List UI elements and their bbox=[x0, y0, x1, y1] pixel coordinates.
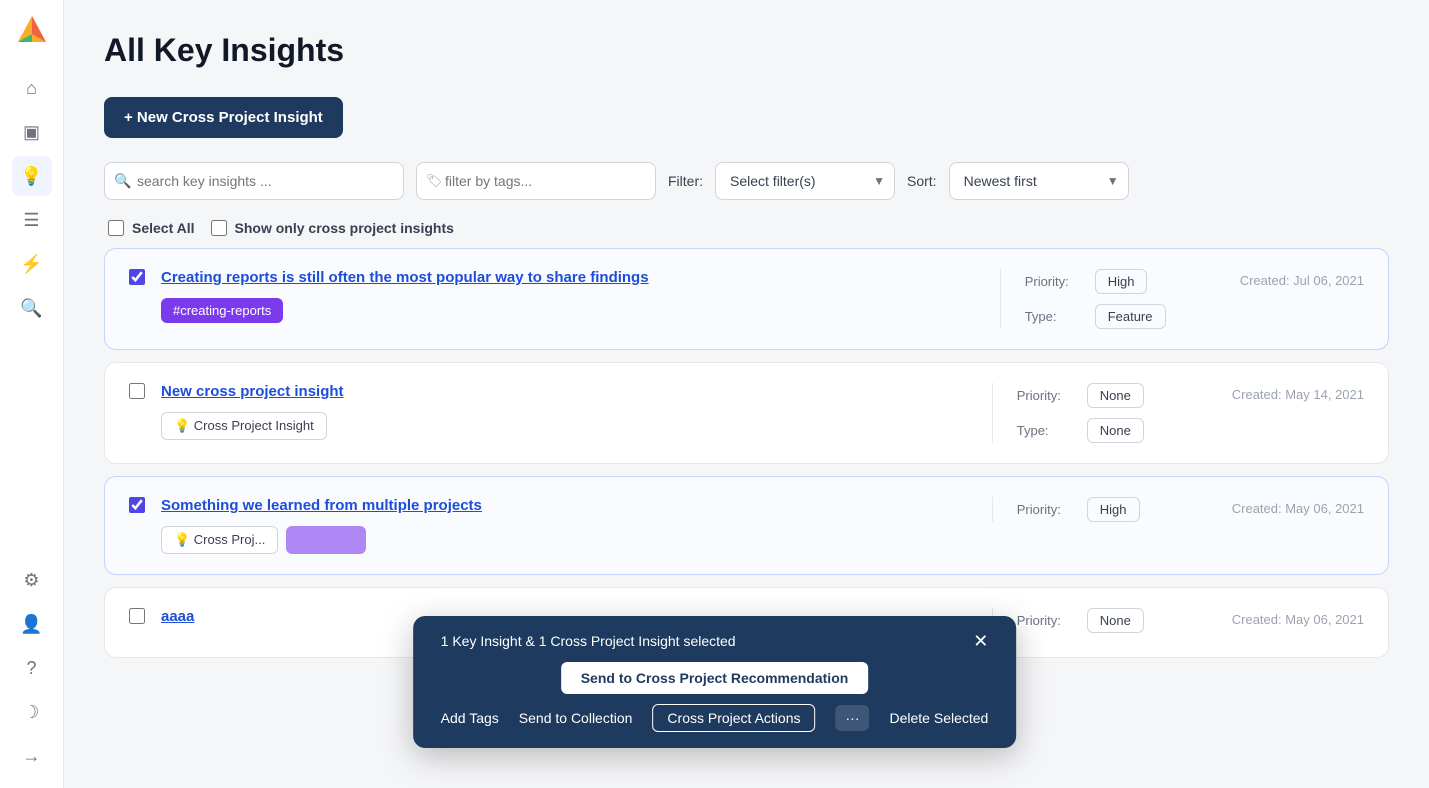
select-all-row: Select All Show only cross project insig… bbox=[104, 220, 1389, 236]
sort-select-wrap: Newest first ▼ bbox=[949, 162, 1129, 200]
insight-card: Something we learned from multiple proje… bbox=[104, 476, 1389, 575]
tag-badge: 💡 Cross Proj... bbox=[161, 526, 278, 554]
cross-project-filter-checkbox[interactable] bbox=[211, 220, 227, 236]
card-tags: #creating-reports bbox=[161, 298, 984, 323]
created-date: Created: May 14, 2021 bbox=[1232, 383, 1364, 402]
sidebar-item-search[interactable]: 🔍 bbox=[12, 288, 52, 328]
card-content: Something we learned from multiple proje… bbox=[161, 497, 976, 554]
insight-list: Creating reports is still often the most… bbox=[104, 248, 1389, 658]
type-badge: None bbox=[1087, 418, 1144, 443]
sidebar-item-layout[interactable]: ▣ bbox=[12, 112, 52, 152]
priority-meta: Priority: None bbox=[1017, 608, 1192, 633]
insight-card: New cross project insight 💡 Cross Projec… bbox=[104, 362, 1389, 464]
priority-badge: High bbox=[1095, 269, 1148, 294]
sidebar-item-home[interactable]: ⌂ bbox=[12, 68, 52, 108]
priority-label: Priority: bbox=[1025, 274, 1085, 289]
app-logo bbox=[14, 12, 50, 48]
more-actions-button[interactable]: ··· bbox=[835, 705, 869, 731]
sidebar-item-help[interactable]: ? bbox=[12, 648, 52, 688]
card-meta-right: Priority: None bbox=[992, 608, 1192, 633]
insight-checkbox[interactable] bbox=[129, 383, 145, 399]
priority-meta: Priority: High bbox=[1017, 497, 1192, 522]
created-date: Created: May 06, 2021 bbox=[1232, 497, 1364, 516]
tag-badge bbox=[286, 526, 366, 554]
search-icon: 🔍 bbox=[114, 173, 131, 190]
page-title: All Key Insights bbox=[104, 32, 1389, 69]
tag-icon: 🏷 bbox=[426, 173, 443, 189]
card-meta-right: Priority: High Type: Feature bbox=[1000, 269, 1200, 329]
insight-checkbox[interactable] bbox=[129, 269, 145, 285]
card-meta-right: Priority: None Type: None bbox=[992, 383, 1192, 443]
search-wrap: 🔍 bbox=[104, 162, 404, 200]
sort-label: Sort: bbox=[907, 173, 937, 189]
insight-checkbox[interactable] bbox=[129, 497, 145, 513]
priority-meta: Priority: High bbox=[1025, 269, 1200, 294]
sidebar: ⌂ ▣ 💡 ☰ ⚡ 🔍 ⚙ 👤 ? ☽ → bbox=[0, 0, 64, 788]
priority-badge: None bbox=[1087, 608, 1144, 633]
select-all-checkbox[interactable] bbox=[108, 220, 124, 236]
sidebar-item-settings[interactable]: ⚙ bbox=[12, 560, 52, 600]
sidebar-item-person[interactable]: 👤 bbox=[12, 604, 52, 644]
sidebar-item-moon[interactable]: ☽ bbox=[12, 692, 52, 732]
filter-label: Filter: bbox=[668, 173, 703, 189]
new-insight-button[interactable]: + New Cross Project Insight bbox=[104, 97, 343, 138]
tag-filter-input[interactable] bbox=[416, 162, 656, 200]
type-meta: Type: Feature bbox=[1025, 304, 1200, 329]
sidebar-item-lightning[interactable]: ⚡ bbox=[12, 244, 52, 284]
cross-project-actions-button[interactable]: Cross Project Actions bbox=[652, 704, 815, 732]
insight-title[interactable]: Something we learned from multiple proje… bbox=[161, 497, 976, 514]
card-meta-right: Priority: High bbox=[992, 497, 1192, 522]
card-tags: 💡 Cross Proj... bbox=[161, 526, 976, 554]
tag-badge: #creating-reports bbox=[161, 298, 283, 323]
card-content: Creating reports is still often the most… bbox=[161, 269, 984, 323]
priority-meta: Priority: None bbox=[1017, 383, 1192, 408]
sidebar-item-logout[interactable]: → bbox=[12, 736, 52, 776]
send-to-collection-link[interactable]: Send to Collection bbox=[519, 710, 633, 726]
sort-select[interactable]: Newest first bbox=[949, 162, 1129, 200]
filter-select[interactable]: Select filter(s) bbox=[715, 162, 895, 200]
filter-row: 🔍 🏷 Filter: Select filter(s) ▼ Sort: New… bbox=[104, 162, 1389, 200]
priority-label: Priority: bbox=[1017, 388, 1077, 403]
type-badge: Feature bbox=[1095, 304, 1166, 329]
created-date: Created: Jul 06, 2021 bbox=[1240, 269, 1364, 288]
bulk-action-bar: 1 Key Insight & 1 Cross Project Insight … bbox=[413, 616, 1017, 748]
insight-checkbox[interactable] bbox=[129, 608, 145, 624]
card-content: New cross project insight 💡 Cross Projec… bbox=[161, 383, 976, 440]
type-label: Type: bbox=[1017, 423, 1077, 438]
priority-badge: None bbox=[1087, 383, 1144, 408]
type-label: Type: bbox=[1025, 309, 1085, 324]
bulk-bar-header: 1 Key Insight & 1 Cross Project Insight … bbox=[441, 632, 989, 650]
add-tags-link[interactable]: Add Tags bbox=[441, 710, 499, 726]
priority-badge: High bbox=[1087, 497, 1140, 522]
insight-card: Creating reports is still often the most… bbox=[104, 248, 1389, 350]
insight-title[interactable]: New cross project insight bbox=[161, 383, 976, 400]
tag-badge: 💡 Cross Project Insight bbox=[161, 412, 327, 440]
insight-title[interactable]: Creating reports is still often the most… bbox=[161, 269, 984, 286]
sidebar-item-insights[interactable]: 💡 bbox=[12, 156, 52, 196]
delete-selected-link[interactable]: Delete Selected bbox=[889, 710, 988, 726]
search-input[interactable] bbox=[104, 162, 404, 200]
select-all-label[interactable]: Select All bbox=[108, 220, 195, 236]
bulk-bar-close-button[interactable]: ✕ bbox=[973, 632, 988, 650]
bulk-actions-row: Add Tags Send to Collection Cross Projec… bbox=[441, 704, 989, 732]
cross-project-filter-label[interactable]: Show only cross project insights bbox=[211, 220, 454, 236]
filter-select-wrap: Select filter(s) ▼ bbox=[715, 162, 895, 200]
bulk-bar-selected-label: 1 Key Insight & 1 Cross Project Insight … bbox=[441, 633, 736, 649]
type-meta: Type: None bbox=[1017, 418, 1192, 443]
priority-label: Priority: bbox=[1017, 502, 1077, 517]
priority-label: Priority: bbox=[1017, 613, 1077, 628]
tag-filter-wrap: 🏷 bbox=[416, 162, 656, 200]
sidebar-item-document[interactable]: ☰ bbox=[12, 200, 52, 240]
card-tags: 💡 Cross Project Insight bbox=[161, 412, 976, 440]
send-to-cpr-button[interactable]: Send to Cross Project Recommendation bbox=[561, 662, 869, 694]
created-date: Created: May 06, 2021 bbox=[1232, 608, 1364, 627]
